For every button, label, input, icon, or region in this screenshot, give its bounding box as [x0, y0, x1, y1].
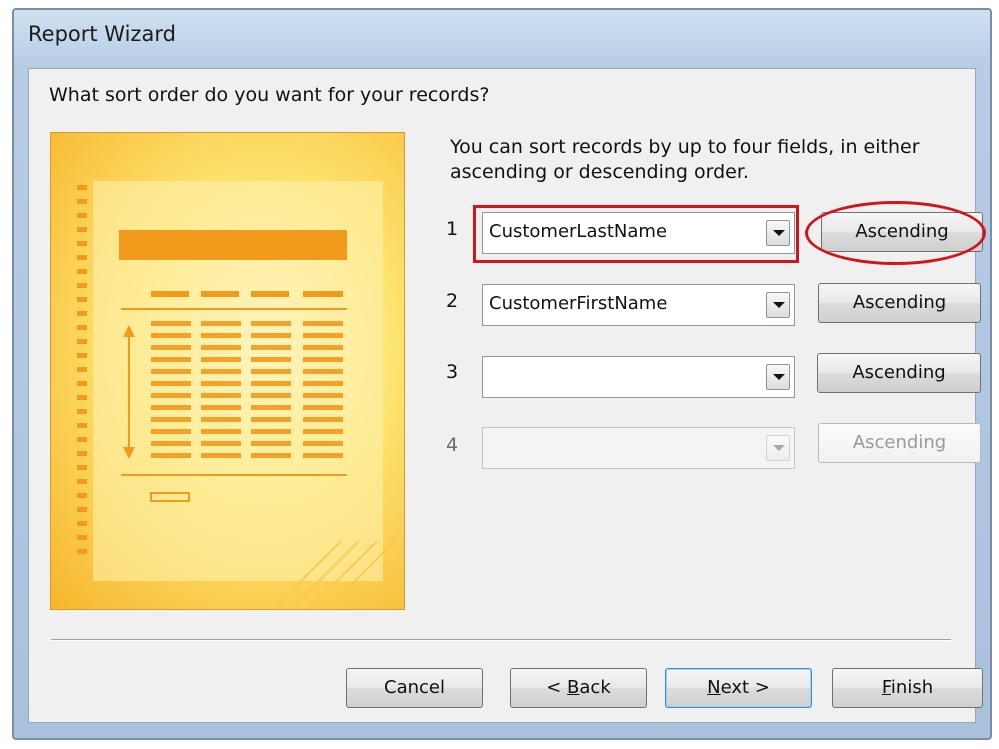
next-button[interactable]: Next > [665, 668, 812, 708]
wizard-client-area: What sort order do you want for your rec… [28, 68, 986, 723]
dropdown-arrow-icon[interactable] [766, 220, 790, 246]
report-wizard-window: Report Wizard What sort order do you wan… [12, 8, 992, 740]
sort-order-3-button[interactable]: Ascending [817, 353, 981, 393]
next-button-rest: ext > [720, 677, 770, 698]
back-button-rest: ack [579, 677, 611, 698]
finish-button-rest: inish [890, 677, 934, 698]
report-preview-image [50, 132, 405, 610]
sort-instructions: You can sort records by up to four field… [450, 136, 920, 183]
wizard-question: What sort order do you want for your rec… [49, 84, 490, 106]
window-title: Report Wizard [28, 22, 176, 46]
sort-field-1-combo[interactable]: CustomerLastName [482, 212, 795, 254]
sort-field-4-combo [482, 427, 795, 469]
sort-order-2-button[interactable]: Ascending [818, 283, 981, 323]
finish-button[interactable]: Finish [832, 668, 983, 708]
sort-order-4-button: Ascending [818, 423, 981, 463]
footer-separator [51, 639, 951, 641]
dropdown-arrow-icon[interactable] [766, 364, 790, 390]
sort-row-4-number: 4 [446, 434, 459, 456]
finish-button-mnemonic: F [881, 677, 891, 698]
sort-field-2-combo[interactable]: CustomerFirstName [482, 284, 795, 326]
title-bar[interactable]: Report Wizard [14, 10, 990, 68]
cancel-button[interactable]: Cancel [346, 668, 483, 708]
sort-order-1-button[interactable]: Ascending [821, 212, 983, 252]
sort-row-1-number: 1 [446, 218, 459, 240]
dropdown-arrow-icon[interactable] [766, 292, 790, 318]
back-button-mnemonic: B [567, 677, 580, 698]
sort-field-2-value: CustomerFirstName [489, 293, 668, 314]
dropdown-arrow-icon [766, 435, 790, 461]
sort-row-3-number: 3 [446, 361, 459, 383]
back-button[interactable]: < Back [510, 668, 647, 708]
sort-row-2-number: 2 [446, 290, 459, 312]
sort-field-1-value: CustomerLastName [489, 221, 668, 242]
back-button-prefix: < [546, 677, 568, 698]
sort-field-3-combo[interactable] [482, 356, 795, 398]
next-button-mnemonic: N [707, 677, 721, 698]
